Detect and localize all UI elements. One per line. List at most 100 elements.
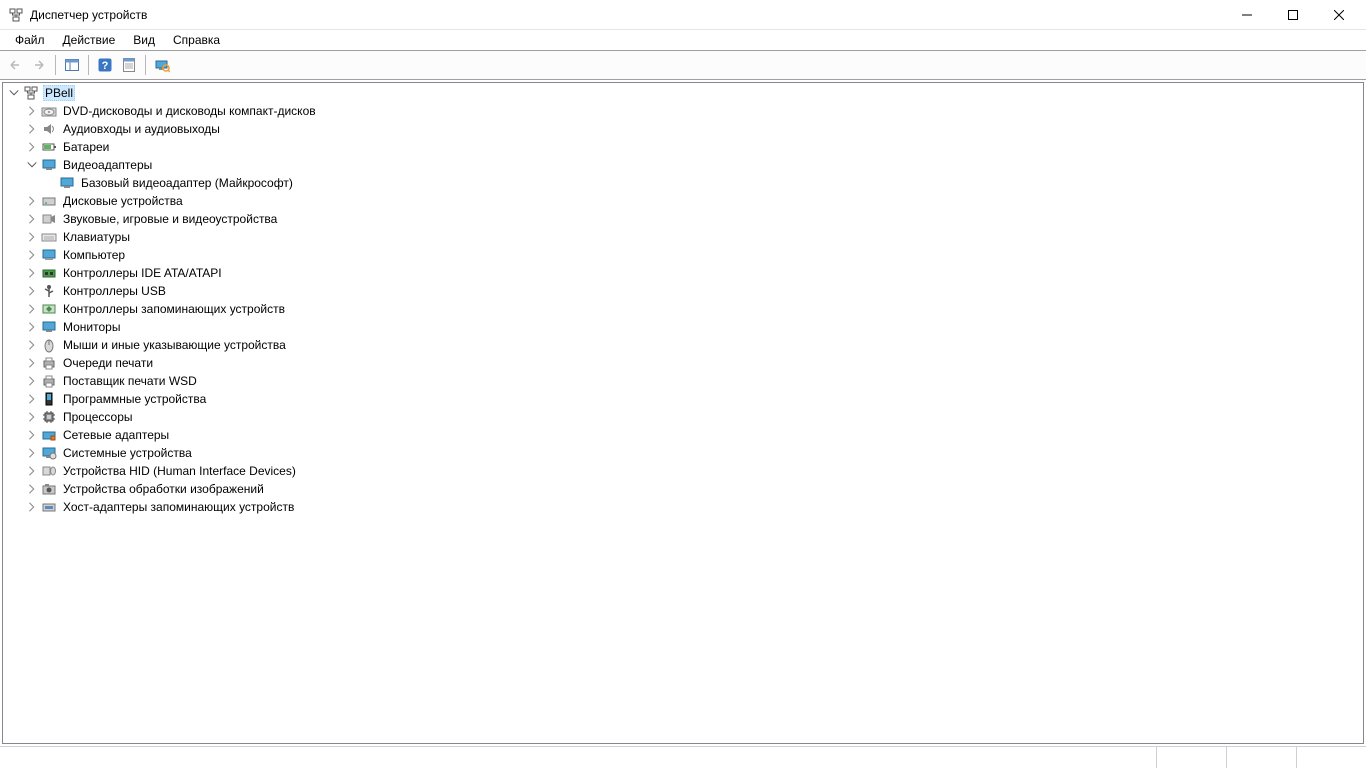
tree-node-label: Контроллеры IDE ATA/ATAPI (61, 266, 224, 280)
properties-button[interactable] (118, 54, 140, 76)
tree-node-label: Контроллеры запоминающих устройств (61, 302, 287, 316)
card-icon (41, 265, 57, 281)
chevron-right-icon[interactable] (25, 230, 39, 244)
usb-icon (41, 283, 57, 299)
chevron-right-icon[interactable] (25, 248, 39, 262)
status-pane (1226, 747, 1296, 768)
chevron-right-icon[interactable] (25, 464, 39, 478)
device-manager-window: Диспетчер устройств Файл Действие Вид Сп… (0, 0, 1366, 768)
chevron-down-icon[interactable] (7, 86, 21, 100)
chevron-right-icon[interactable] (25, 212, 39, 226)
tree-node-label: Дисковые устройства (61, 194, 185, 208)
app-icon (8, 7, 24, 23)
tree-node-label: DVD-дисководы и дисководы компакт-дисков (61, 104, 318, 118)
chevron-right-icon[interactable] (25, 140, 39, 154)
display-icon (41, 157, 57, 173)
tree-node-storage-controllers[interactable]: Контроллеры запоминающих устройств (3, 300, 1363, 318)
menu-file[interactable]: Файл (6, 31, 54, 49)
content-area: PBell DVD-дисководы и дисководы компакт-… (2, 82, 1364, 744)
chevron-right-icon[interactable] (25, 104, 39, 118)
tree-node-computer[interactable]: Компьютер (3, 246, 1363, 264)
tree-node-label: Клавиатуры (61, 230, 132, 244)
tree-node-software-devices[interactable]: Программные устройства (3, 390, 1363, 408)
tree-node-mice[interactable]: Мыши и иные указывающие устройства (3, 336, 1363, 354)
show-hide-tree-button[interactable] (61, 54, 83, 76)
toolbar-separator (145, 55, 146, 75)
device-tree[interactable]: PBell DVD-дисководы и дисководы компакт-… (3, 83, 1363, 743)
chevron-right-icon[interactable] (25, 482, 39, 496)
tree-node-label: Устройства обработки изображений (61, 482, 266, 496)
tree-node-print-queues[interactable]: Очереди печати (3, 354, 1363, 372)
close-button[interactable] (1316, 0, 1362, 29)
chevron-right-icon[interactable] (25, 122, 39, 136)
chevron-right-icon[interactable] (25, 338, 39, 352)
tree-node-label: Контроллеры USB (61, 284, 168, 298)
tree-node-label: Звуковые, игровые и видеоустройства (61, 212, 279, 226)
titlebar: Диспетчер устройств (0, 0, 1366, 30)
tree-root[interactable]: PBell (3, 84, 1363, 102)
tree-node-label: Базовый видеоадаптер (Майкрософт) (79, 176, 295, 190)
chevron-right-icon[interactable] (25, 500, 39, 514)
audio-icon (41, 121, 57, 137)
tree-node-label: Мыши и иные указывающие устройства (61, 338, 288, 352)
chevron-right-icon[interactable] (25, 266, 39, 280)
tree-node-wsd-print-provider[interactable]: Поставщик печати WSD (3, 372, 1363, 390)
tree-node-usb-controllers[interactable]: Контроллеры USB (3, 282, 1363, 300)
help-button[interactable] (94, 54, 116, 76)
tree-node-disk-drives[interactable]: Дисковые устройства (3, 192, 1363, 210)
tree-node-ide-controllers[interactable]: Контроллеры IDE ATA/ATAPI (3, 264, 1363, 282)
tree-node-network-adapters[interactable]: Сетевые адаптеры (3, 426, 1363, 444)
tree-node-dvd[interactable]: DVD-дисководы и дисководы компакт-дисков (3, 102, 1363, 120)
sound-icon (41, 211, 57, 227)
tree-node-monitors[interactable]: Мониторы (3, 318, 1363, 336)
system-icon (41, 445, 57, 461)
chevron-right-icon[interactable] (25, 446, 39, 460)
chevron-right-icon[interactable] (25, 320, 39, 334)
menu-view[interactable]: Вид (124, 31, 164, 49)
computer-icon (23, 85, 39, 101)
tree-node-basic-display-adapter[interactable]: Базовый видеоадаптер (Майкрософт) (3, 174, 1363, 192)
scan-hardware-button[interactable] (151, 54, 173, 76)
tree-node-storage-host-adapters[interactable]: Хост-адаптеры запоминающих устройств (3, 498, 1363, 516)
tree-node-system-devices[interactable]: Системные устройства (3, 444, 1363, 462)
chevron-right-icon[interactable] (25, 284, 39, 298)
chevron-right-icon[interactable] (25, 194, 39, 208)
software-device-icon (41, 391, 57, 407)
chevron-right-icon[interactable] (25, 410, 39, 424)
minimize-button[interactable] (1224, 0, 1270, 29)
chevron-right-icon[interactable] (25, 392, 39, 406)
back-button[interactable] (4, 54, 26, 76)
tree-node-label: Очереди печати (61, 356, 155, 370)
menu-help[interactable]: Справка (164, 31, 229, 49)
tree-node-label: Аудиовходы и аудиовыходы (61, 122, 222, 136)
tree-node-label: Системные устройства (61, 446, 194, 460)
menubar: Файл Действие Вид Справка (0, 30, 1366, 50)
tree-node-display-adapters[interactable]: Видеоадаптеры (3, 156, 1363, 174)
tree-node-imaging-devices[interactable]: Устройства обработки изображений (3, 480, 1363, 498)
chevron-right-icon[interactable] (25, 302, 39, 316)
tree-node-label: Видеоадаптеры (61, 158, 154, 172)
chevron-down-icon[interactable] (25, 158, 39, 172)
tree-node-label: Устройства HID (Human Interface Devices) (61, 464, 298, 478)
tree-node-keyboards[interactable]: Клавиатуры (3, 228, 1363, 246)
tree-node-audio-io[interactable]: Аудиовходы и аудиовыходы (3, 120, 1363, 138)
tree-node-processors[interactable]: Процессоры (3, 408, 1363, 426)
printer-icon (41, 373, 57, 389)
tree-node-label: Сетевые адаптеры (61, 428, 171, 442)
tree-node-sound-video-game[interactable]: Звуковые, игровые и видеоустройства (3, 210, 1363, 228)
chevron-right-icon[interactable] (25, 428, 39, 442)
maximize-button[interactable] (1270, 0, 1316, 29)
chevron-right-icon[interactable] (25, 374, 39, 388)
tree-node-label: Поставщик печати WSD (61, 374, 199, 388)
hdd-icon (41, 193, 57, 209)
chevron-right-icon[interactable] (25, 356, 39, 370)
forward-button[interactable] (28, 54, 50, 76)
status-pane (1296, 747, 1366, 768)
status-pane-main (0, 747, 1156, 768)
disc-drive-icon (41, 103, 57, 119)
menu-action[interactable]: Действие (54, 31, 125, 49)
tree-node-hid[interactable]: Устройства HID (Human Interface Devices) (3, 462, 1363, 480)
computer-icon (41, 247, 57, 263)
tree-node-batteries[interactable]: Батареи (3, 138, 1363, 156)
network-icon (41, 427, 57, 443)
